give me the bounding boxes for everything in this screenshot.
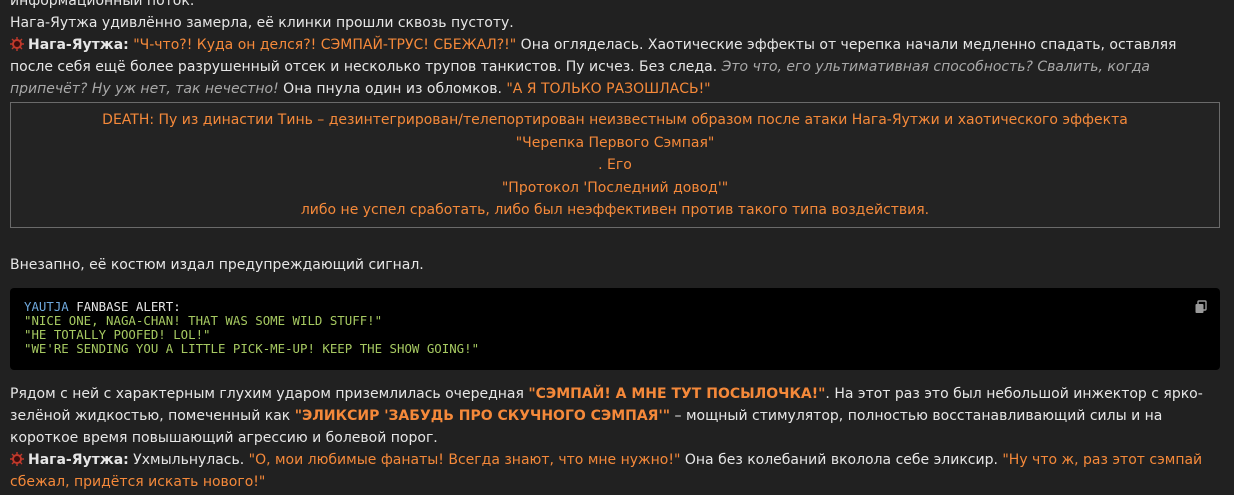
paragraph-3: Внезапно, её костюм издал предупреждающи… <box>10 256 424 273</box>
code-header-line: YAUTJA FANBASE ALERT: <box>24 298 1206 314</box>
skull-emoji-icon <box>10 451 24 466</box>
narration: Ухмыльнулась. <box>128 451 249 468</box>
code-line: "HE TOTALLY POOFED! LOL!" <box>24 326 211 342</box>
paragraph-2: Нага-Яутжа: "Ч-что?! Куда он делся?! СЭМ… <box>10 34 1220 100</box>
quote: "А Я ТОЛЬКО РАЗОШЛАСЬ!" <box>506 81 711 97</box>
death-line: "Протокол 'Последний довод'" <box>501 179 729 196</box>
narration: Она пнула один из обломков. <box>278 81 507 97</box>
death-line: либо не успел сработать, либо был неэффе… <box>300 202 930 218</box>
skull-emoji-icon <box>10 37 24 51</box>
copy-icon[interactable] <box>1194 299 1208 314</box>
paragraph-4: Рядом с ней с характерным глухим ударом … <box>10 383 1220 449</box>
quote: "О, мои любимые фанаты! Всегда знают, чт… <box>248 451 681 468</box>
death-line: DEATH: Пу из династии Тинь – дезинтегрир… <box>102 112 1128 128</box>
death-line: . Его <box>598 157 632 173</box>
quote: "СЭМПАЙ! А МНЕ ТУТ ПОСЫЛОЧКА!" <box>528 385 826 402</box>
death-notice-box: DEATH: Пу из династии Тинь – дезинтегрир… <box>10 102 1220 228</box>
code-block: YAUTJA FANBASE ALERT: "NICE ONE, NAGA-CH… <box>10 287 1220 370</box>
code-line: "NICE ONE, NAGA-CHAN! THAT WAS SOME WILD… <box>24 312 383 328</box>
speaker-name: Нага-Яутжа: <box>28 451 129 468</box>
quote: "ЭЛИКСИР 'ЗАБУДЬ ПРО СКУЧНОГО СЭМПАЯ'" <box>294 407 671 424</box>
speaker-name: Нага-Яутжа: <box>28 37 129 53</box>
narration: Рядом с ней с характерным глухим ударом … <box>10 385 529 402</box>
code-line: "WE'RE SENDING YOU A LITTLE PICK-ME-UP! … <box>24 340 480 356</box>
paragraph-1: Нага-Яутжа удивлённо замерла, её клинки … <box>10 15 514 31</box>
paragraph-5: Нага-Яутжа: Ухмыльнулась. "О, мои любимы… <box>10 449 1220 493</box>
message-content: информационный поток. Нага-Яутжа удивлён… <box>10 0 1220 493</box>
code-header-text: FANBASE ALERT: <box>68 298 181 314</box>
narration: Она без колебаний вколола себе эликсир. <box>680 451 1003 468</box>
code-keyword: YAUTJA <box>24 298 69 314</box>
quote: "Ч-что?! Куда он делся?! СЭМПАЙ-ТРУС! СБ… <box>133 37 517 53</box>
death-line: "Черепка Первого Сэмпая" <box>515 134 715 151</box>
partial-top-line: информационный поток. <box>10 0 195 9</box>
